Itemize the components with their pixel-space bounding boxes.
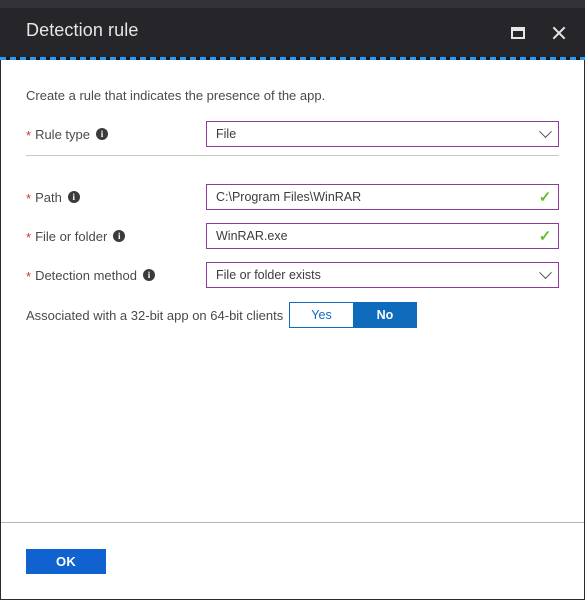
field-label-detection-method: * Detection method i — [26, 262, 155, 288]
field-row-32bit-toggle: Associated with a 32-bit app on 64-bit c… — [1, 302, 585, 328]
field-label-text: Detection method — [35, 267, 137, 283]
section-divider — [26, 155, 559, 156]
field-row-detection-method: * Detection method i File or folder exis… — [1, 262, 585, 288]
maximize-icon — [511, 27, 525, 39]
field-row-rule-type: * Rule type i File — [1, 121, 585, 147]
field-label-text: Rule type — [35, 126, 90, 142]
close-button[interactable] — [545, 21, 571, 45]
field-label-rule-type: * Rule type i — [26, 121, 108, 147]
required-marker: * — [26, 229, 32, 245]
detection-rule-blade: Detection rule Create a rule that indica… — [0, 0, 585, 600]
checkmark-icon: ✓ — [538, 188, 552, 206]
chevron-down-icon — [532, 263, 558, 287]
file-or-folder-input[interactable]: WinRAR.exe ✓ — [206, 223, 559, 249]
close-icon — [551, 26, 566, 41]
titlebar: Detection rule — [0, 8, 585, 57]
checkmark-icon: ✓ — [538, 227, 552, 245]
toggle-option-yes[interactable]: Yes — [289, 302, 353, 328]
rule-type-value: File — [216, 127, 237, 141]
field-row-file-or-folder: * File or folder i WinRAR.exe ✓ — [1, 223, 585, 249]
page-title: Detection rule — [26, 20, 139, 40]
ok-button[interactable]: OK — [26, 549, 106, 574]
detection-method-dropdown[interactable]: File or folder exists — [206, 262, 559, 288]
toggle-label-32bit: Associated with a 32-bit app on 64-bit c… — [26, 302, 302, 328]
footer-separator — [1, 522, 584, 523]
blade-content: Create a rule that indicates the presenc… — [0, 60, 585, 600]
path-input[interactable]: C:\Program Files\WinRAR ✓ — [206, 184, 559, 210]
titlebar-top-strip — [0, 0, 585, 8]
field-label-file-or-folder: * File or folder i — [26, 223, 126, 249]
field-label-text: File or folder — [35, 228, 108, 244]
toggle-option-no[interactable]: No — [353, 302, 417, 328]
titlebar-buttons — [505, 21, 571, 45]
required-marker: * — [26, 190, 32, 206]
file-or-folder-value: WinRAR.exe — [216, 229, 288, 243]
required-marker: * — [26, 268, 32, 284]
required-marker: * — [26, 127, 32, 143]
detection-method-value: File or folder exists — [216, 268, 321, 282]
info-icon[interactable]: i — [67, 191, 80, 203]
field-row-path: * Path i C:\Program Files\WinRAR ✓ — [1, 184, 585, 210]
info-icon[interactable]: i — [142, 269, 155, 281]
maximize-button[interactable] — [505, 21, 531, 45]
32bit-toggle: Yes No — [289, 302, 417, 328]
info-icon[interactable]: i — [95, 128, 108, 140]
path-value: C:\Program Files\WinRAR — [216, 190, 362, 204]
info-icon[interactable]: i — [113, 230, 126, 242]
rule-type-dropdown[interactable]: File — [206, 121, 559, 147]
chevron-down-icon — [532, 122, 558, 146]
toggle-label-text: Associated with a 32-bit app on 64-bit c… — [26, 307, 284, 323]
intro-description: Create a rule that indicates the presenc… — [26, 88, 326, 103]
field-label-text: Path — [35, 189, 62, 205]
field-label-path: * Path i — [26, 184, 80, 210]
